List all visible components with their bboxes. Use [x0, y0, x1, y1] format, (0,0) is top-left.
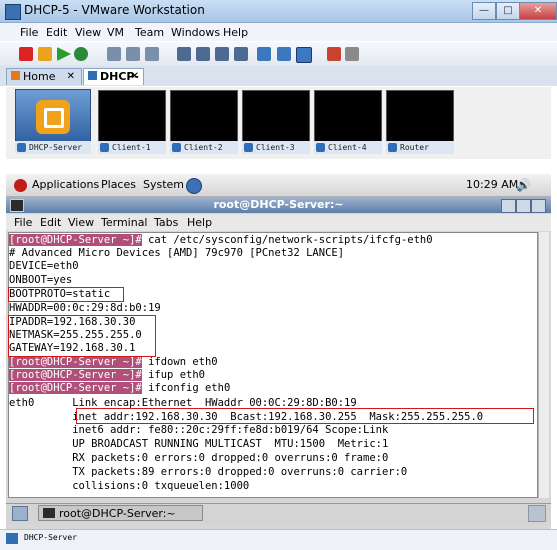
team-icon[interactable]: [327, 47, 341, 61]
terminal-menu-file[interactable]: File: [14, 216, 32, 229]
unity-icon[interactable]: [277, 47, 291, 61]
thumbnail-label[interactable]: Client-3: [242, 141, 310, 154]
minimize-button[interactable]: —: [472, 2, 496, 20]
preferences-icon[interactable]: [345, 47, 359, 61]
terminal-icon: [43, 508, 55, 518]
thumbnail-label[interactable]: Client-1: [98, 141, 166, 154]
suspend-icon[interactable]: [38, 47, 52, 61]
tab-home[interactable]: Home ✕: [6, 68, 82, 85]
terminal-title: root@DHCP-Server:~: [6, 197, 551, 213]
terminal-scrollbar[interactable]: [538, 232, 549, 498]
status-bar: [0, 529, 557, 550]
power-off-icon[interactable]: [19, 47, 33, 61]
terminal-menu-terminal[interactable]: Terminal: [101, 216, 148, 229]
terminal-line: UP BROADCAST RUNNING MULTICAST MTU:1500 …: [9, 438, 389, 450]
vm-icon: [172, 143, 181, 152]
vmware-app-icon: [5, 4, 21, 20]
snapshot-icon[interactable]: [107, 47, 121, 61]
menu-file[interactable]: File: [20, 26, 38, 39]
shell-prompt: [root@DHCP-Server ~]#: [9, 382, 142, 394]
sidebar-icon[interactable]: [177, 47, 191, 61]
home-icon: [11, 71, 20, 80]
vm-icon: [88, 71, 97, 80]
window-title: DHCP-5 - VMware Workstation: [24, 3, 205, 17]
vm-icon: [244, 143, 253, 152]
applications-menu[interactable]: Applications: [32, 178, 99, 191]
terminal-line: [root@DHCP-Server ~]# ifdown eth0: [9, 356, 218, 368]
thumbnail-view-icon[interactable]: [296, 47, 312, 63]
terminal-line: HWADDR=00:0c:29:8d:b0:19: [9, 302, 161, 314]
vm-icon: [100, 143, 109, 152]
revert-snapshot-icon[interactable]: [126, 47, 140, 61]
highlight-box: [8, 315, 156, 357]
places-menu[interactable]: Places: [101, 178, 136, 191]
console-icon[interactable]: [234, 47, 248, 61]
panel-clock[interactable]: 10:29 AM: [466, 178, 518, 191]
redhat-icon: [14, 179, 27, 192]
thumbnail-label[interactable]: Router: [386, 141, 454, 154]
tab-home-close[interactable]: ✕: [67, 69, 75, 85]
show-desktop-icon[interactable]: [12, 506, 28, 521]
status-vm-name: DHCP-Server: [24, 533, 77, 542]
tab-home-label: Home: [23, 70, 56, 83]
thumbnail-label[interactable]: DHCP-Server: [15, 141, 91, 154]
system-menu[interactable]: System: [143, 178, 184, 191]
thumbnail-dhcp-server[interactable]: [15, 89, 91, 145]
terminal-line: [root@DHCP-Server ~]# ifup eth0: [9, 369, 205, 381]
summary-icon[interactable]: [215, 47, 229, 61]
terminal-line: [root@DHCP-Server ~]# ifconfig eth0: [9, 382, 231, 394]
maximize-button[interactable]: □: [496, 2, 520, 20]
menu-windows[interactable]: Windows: [171, 26, 220, 39]
tab-dhcp-5[interactable]: DHCP-5 ✕: [83, 68, 144, 99]
thumbnail-client-3[interactable]: [242, 90, 310, 142]
terminal-minimize-icon[interactable]: [501, 199, 516, 213]
taskbar-item-terminal[interactable]: root@DHCP-Server:~: [38, 505, 203, 521]
menu-vm[interactable]: VM: [107, 26, 124, 39]
vm-icon: [17, 143, 26, 152]
terminal-close-icon[interactable]: [531, 199, 546, 213]
thumbnail-router[interactable]: [386, 90, 454, 142]
quick-switch-icon[interactable]: [196, 47, 210, 61]
menu-edit[interactable]: Edit: [46, 26, 67, 39]
thumbnail-client-1[interactable]: [98, 90, 166, 142]
shell-prompt: [root@DHCP-Server ~]#: [9, 356, 142, 368]
terminal-line: ONBOOT=yes: [9, 274, 73, 286]
shell-prompt: [root@DHCP-Server ~]#: [9, 369, 142, 381]
shell-prompt: [root@DHCP-Server ~]#: [9, 234, 142, 246]
tab-dhcp-5-close[interactable]: ✕: [131, 69, 139, 85]
terminal-line: RX packets:0 errors:0 dropped:0 overruns…: [9, 452, 389, 464]
menu-view[interactable]: View: [75, 26, 101, 39]
terminal-line: [root@DHCP-Server ~]# cat /etc/sysconfig…: [9, 234, 433, 246]
vm-icon: [388, 143, 397, 152]
vmware-logo-icon: [36, 100, 70, 134]
terminal-line: TX packets:89 errors:0 dropped:0 overrun…: [9, 466, 408, 478]
highlight-box: [8, 287, 124, 302]
highlight-box: [76, 408, 534, 424]
web-browser-icon[interactable]: [186, 178, 202, 194]
full-screen-icon[interactable]: [257, 47, 271, 61]
terminal-line: collisions:0 txqueuelen:1000: [9, 480, 250, 492]
terminal-menu-edit[interactable]: Edit: [40, 216, 61, 229]
workspace-switcher-icon[interactable]: [528, 505, 546, 522]
thumbnail-label[interactable]: Client-2: [170, 141, 238, 154]
terminal-icon: [10, 199, 24, 212]
snapshot-manager-icon[interactable]: [145, 47, 159, 61]
terminal-menu-view[interactable]: View: [68, 216, 94, 229]
menu-team[interactable]: Team: [135, 26, 164, 39]
terminal-menu-tabs[interactable]: Tabs: [154, 216, 178, 229]
terminal-maximize-icon[interactable]: [516, 199, 531, 213]
terminal-menu-help[interactable]: Help: [187, 216, 212, 229]
terminal-line: # Advanced Micro Devices [AMD] 79c970 [P…: [9, 247, 345, 259]
thumbnail-client-2[interactable]: [170, 90, 238, 142]
reset-icon[interactable]: [74, 47, 88, 61]
close-button[interactable]: ✕: [519, 2, 557, 20]
thumbnail-client-4[interactable]: [314, 90, 382, 142]
vm-icon: [316, 143, 325, 152]
thumbnail-label[interactable]: Client-4: [314, 141, 382, 154]
vm-icon: [6, 533, 18, 544]
volume-icon[interactable]: 🔊: [516, 178, 531, 192]
menu-help[interactable]: Help: [223, 26, 248, 39]
terminal-line: inet6 addr: fe80::20c:29ff:fe8d:b019/64 …: [9, 424, 389, 436]
terminal-line: DEVICE=eth0: [9, 260, 79, 272]
